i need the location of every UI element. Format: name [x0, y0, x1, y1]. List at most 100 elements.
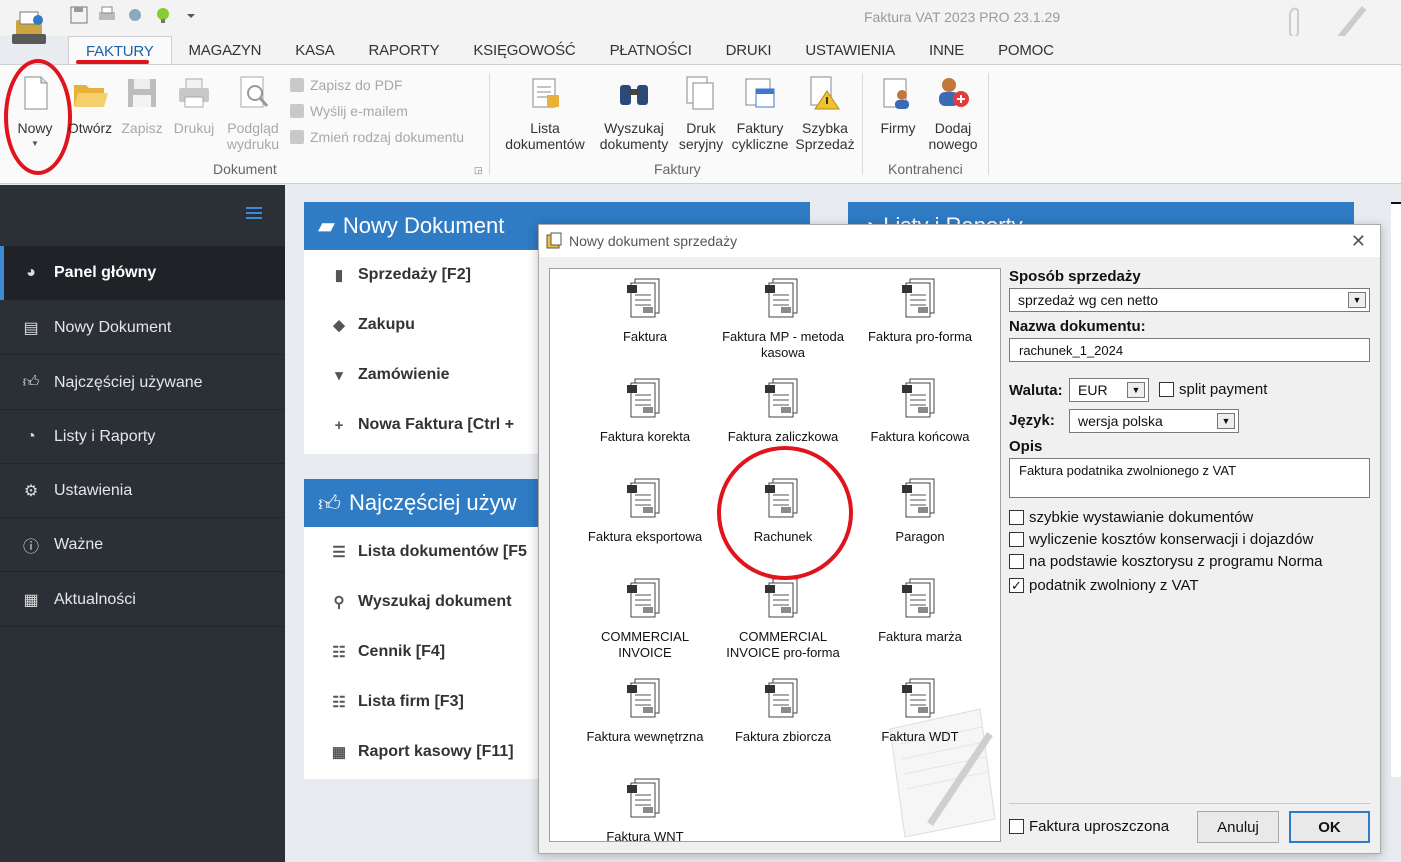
dodaj-nowego-button[interactable]: Dodaj nowego	[926, 75, 980, 152]
zmien-rodzaj-button[interactable]: Zmień rodzaj dokumentu	[290, 129, 464, 145]
invoice-document-icon	[627, 278, 660, 318]
tab-platnosci[interactable]: PŁATNOŚCI	[593, 36, 709, 64]
sidebar-item-label: Panel główny	[54, 263, 157, 281]
faktury-cykliczne-button[interactable]: Faktury cykliczne	[728, 75, 792, 152]
sidebar-item-wazne[interactable]: ⓘ Ważne	[0, 518, 285, 572]
tab-pomoc[interactable]: POMOC	[981, 36, 1071, 64]
quick-sale-warning-icon	[810, 76, 840, 110]
jezyk-select[interactable]: wersja polska ▼	[1069, 409, 1239, 433]
option-checkbox-zwolniony[interactable]: ✓ podatnik zwolniony z VAT	[1009, 577, 1199, 594]
tab-ustawienia[interactable]: USTAWIENIA	[788, 36, 912, 64]
ok-button[interactable]: OK	[1289, 811, 1370, 843]
sidebar-item-najczesciej[interactable]: 👍︎ Najczęściej używane	[0, 356, 285, 410]
document-type-label: Faktura wewnętrzna	[586, 729, 704, 744]
sidebar-item-panel-glowny[interactable]: ◕ Panel główny	[0, 246, 285, 300]
list-icon: ☰	[332, 544, 346, 561]
update-quick-icon[interactable]	[154, 6, 172, 24]
drukuj-button[interactable]: Drukuj	[170, 75, 218, 136]
firmy-button[interactable]: Firmy	[874, 75, 922, 136]
newspaper-icon: ▦	[23, 591, 39, 609]
nazwa-dokumentu-field[interactable]: rachunek_1_2024	[1009, 338, 1370, 362]
select-value: EUR	[1078, 382, 1108, 398]
tab-inne[interactable]: INNE	[912, 36, 981, 64]
sidebar-item-aktualnosci[interactable]: ▦ Aktualności	[0, 573, 285, 627]
document-type-item[interactable]: Faktura marża	[851, 575, 989, 645]
sidebar-item-label: Aktualności	[54, 590, 136, 608]
gears-icon: ⚙	[23, 482, 39, 500]
document-type-item[interactable]: Faktura wewnętrzna	[576, 675, 714, 745]
sidebar-item-nowy-dokument[interactable]: ▤ Nowy Dokument	[0, 301, 285, 355]
document-type-item[interactable]: Faktura MP - metoda kasowa	[714, 275, 852, 361]
sidebar-item-label: Ważne	[54, 535, 104, 553]
tools-quick-icon[interactable]	[126, 6, 144, 24]
save-quick-icon[interactable]	[70, 6, 88, 24]
cykl-label-1: Faktury	[736, 120, 784, 136]
anuluj-button[interactable]: Anuluj	[1197, 811, 1279, 843]
invoice-document-icon	[765, 378, 798, 418]
document-type-item[interactable]: Faktura korekta	[576, 375, 714, 445]
option-checkbox-konserwacji[interactable]: wyliczenie kosztów konserwacji i dojazdó…	[1009, 531, 1313, 548]
document-type-label: Faktura	[622, 329, 668, 344]
document-type-item[interactable]: Paragon	[851, 475, 989, 545]
document-type-item[interactable]: Faktura zbiorcza	[714, 675, 852, 745]
document-type-item[interactable]: COMMERCIAL INVOICE	[576, 575, 714, 661]
podglad-wydruku-button[interactable]: Podgląd wydruku	[222, 75, 284, 152]
otworz-button[interactable]: Otwórz	[64, 75, 116, 136]
dialog-launcher-icon[interactable]: ◲	[474, 165, 483, 176]
zapisz-button[interactable]: Zapisz	[118, 75, 166, 136]
group-separator	[862, 73, 863, 175]
zapisz-pdf-button[interactable]: Zapisz do PDF	[290, 77, 403, 93]
waluta-select[interactable]: EUR ▼	[1069, 378, 1149, 402]
tab-kasa[interactable]: KASA	[278, 36, 351, 64]
pdf-icon	[290, 78, 304, 92]
document-type-label: COMMERCIAL INVOICE pro-forma	[726, 629, 840, 660]
document-type-item[interactable]: Faktura końcowa	[851, 375, 989, 445]
app-logo-icon[interactable]	[8, 8, 50, 48]
szybka-sprzedaz-button[interactable]: Szybka Sprzedaż	[794, 75, 856, 152]
faktura-uproszczona-checkbox[interactable]: Faktura uproszczona	[1009, 818, 1169, 835]
option-checkbox-norma[interactable]: na podstawie kosztorysu z programu Norma	[1009, 553, 1322, 570]
option-checkbox-szybkie[interactable]: szybkie wystawianie dokumentów	[1009, 509, 1253, 526]
sidebar-item-listy-raporty[interactable]: ◔ Listy i Raporty	[0, 410, 285, 464]
sposob-sprzedazy-select[interactable]: sprzedaż wg cen netto ▼	[1009, 288, 1370, 312]
lista-dokumentow-button[interactable]: Lista dokumentów	[498, 75, 592, 152]
new-sales-document-dialog: Nowy dokument sprzedaży ✕ Faktura Faktura…	[538, 224, 1381, 854]
checkbox-box	[1009, 510, 1024, 525]
document-type-item[interactable]: COMMERCIAL INVOICE pro-forma	[714, 575, 852, 661]
tab-raporty[interactable]: RAPORTY	[352, 36, 457, 64]
jezyk-label: Język:	[1009, 412, 1055, 429]
document-type-item[interactable]: Faktura	[576, 275, 714, 345]
link-label: Raport kasowy [F11]	[358, 743, 514, 760]
opis-field[interactable]: Faktura podatnika zwolnionego z VAT	[1009, 458, 1370, 498]
link-label: Lista dokumentów [F5	[358, 543, 527, 560]
hamburger-menu-icon[interactable]	[246, 207, 262, 219]
close-icon[interactable]: ✕	[1351, 231, 1366, 252]
menu-tabs: FAKTURY MAGAZYN KASA RAPORTY KSIĘGOWOŚĆ …	[68, 36, 1401, 64]
tab-ksiegowosc[interactable]: KSIĘGOWOŚĆ	[456, 36, 592, 64]
customize-chevron-icon[interactable]	[182, 6, 200, 24]
cykl-label-2: cykliczne	[731, 136, 789, 152]
druk-seryjny-button[interactable]: Druk seryjny	[676, 75, 726, 152]
document-type-item[interactable]: Faktura eksportowa	[576, 475, 714, 545]
document-type-item[interactable]: Faktura WNT	[576, 775, 714, 841]
lista-label-2: dokumentów	[505, 136, 585, 152]
sidebar-item-label: Listy i Raporty	[54, 427, 156, 445]
split-payment-checkbox[interactable]: split payment	[1159, 381, 1267, 398]
wyszukaj-dokumenty-button[interactable]: Wyszukaj dokumenty	[594, 75, 674, 152]
tab-magazyn[interactable]: MAGAZYN	[172, 36, 279, 64]
sidebar-item-ustawienia[interactable]: ⚙ Ustawienia	[0, 464, 285, 518]
document-type-item[interactable]: Faktura pro-forma	[851, 275, 989, 345]
invoice-document-icon	[902, 278, 935, 318]
checkbox-label: Faktura uproszczona	[1029, 818, 1170, 835]
lista-label-1: Lista	[530, 120, 560, 136]
document-type-item[interactable]: Faktura zaliczkowa	[714, 375, 852, 445]
document-type-item[interactable]: Faktura WDT	[851, 675, 989, 745]
print-quick-icon[interactable]	[98, 6, 116, 24]
tab-druki[interactable]: DRUKI	[709, 36, 789, 64]
bullet-list-icon: ☷	[332, 694, 346, 711]
right-edge-mark	[1391, 202, 1401, 777]
binoculars-icon	[620, 85, 648, 105]
drukuj-label: Drukuj	[173, 120, 215, 136]
wyslij-email-button[interactable]: Wyślij e-mailem	[290, 103, 408, 119]
document-type-label: Faktura zbiorcza	[734, 729, 832, 744]
